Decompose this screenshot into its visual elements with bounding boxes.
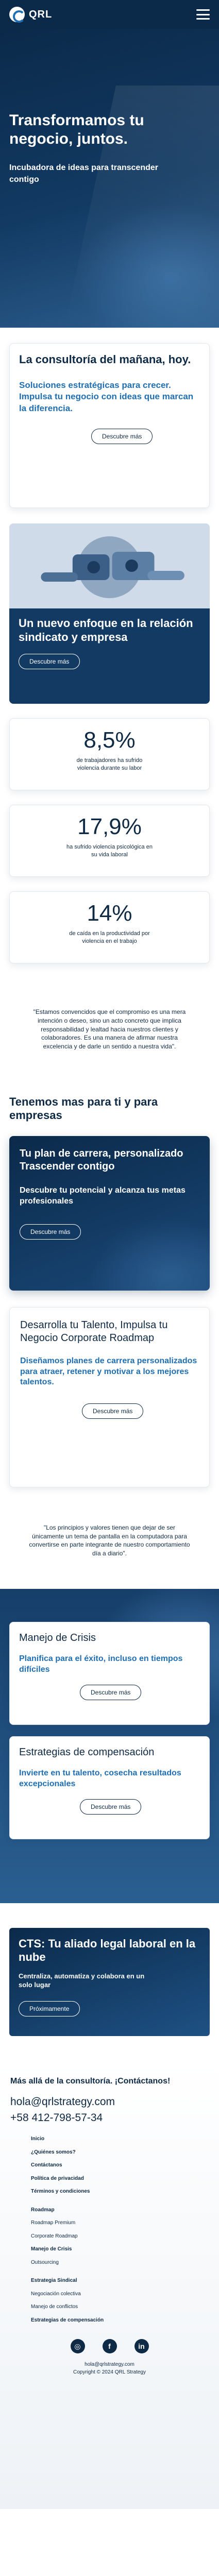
cts-section: CTS: Tu aliado legal laboral en la nube … xyxy=(0,1903,219,2058)
footer-link[interactable]: Roadmap Premium xyxy=(31,2219,209,2227)
linkedin-icon[interactable]: in xyxy=(134,2339,149,2354)
values-quote: "Los principios y valores tienen que dej… xyxy=(29,1523,190,1557)
footer-link[interactable]: Outsourcing xyxy=(31,2259,209,2266)
union-more-button[interactable]: Descubre más xyxy=(19,653,80,669)
footer-link[interactable]: Política de privacidad xyxy=(31,2175,209,2182)
footer-heading: Más allá de la consultoría. ¡Contáctanos… xyxy=(10,2076,171,2086)
footer-bottom: hola@qrlstrategy.com Copyright © 2024 QR… xyxy=(10,2361,209,2376)
stat-value: 8,5% xyxy=(83,727,136,753)
stat-description: de trabajadores ha sufrido violencia dur… xyxy=(76,757,143,771)
stat-card: 14% de caída en la productividad por vio… xyxy=(9,891,210,963)
footer-link[interactable]: Roadmap xyxy=(31,2207,209,2214)
footer-link[interactable]: Manejo de Crisis xyxy=(31,2246,209,2253)
corporate-roadmap-card: Desarrolla tu Talento, Impulsa tu Negoci… xyxy=(9,1307,210,1487)
footer-link[interactable]: Estrategia Sindical xyxy=(31,2277,209,2284)
instagram-icon[interactable]: ◎ xyxy=(70,2339,85,2354)
facebook-icon[interactable]: f xyxy=(102,2339,117,2354)
consulting-title: La consultoría del mañana, hoy. xyxy=(19,353,191,366)
robot-hands-illustration xyxy=(9,523,210,611)
footer-link[interactable]: Contáctanos xyxy=(31,2162,209,2169)
hamburger-menu-icon[interactable] xyxy=(196,9,210,20)
stat-value: 17,9% xyxy=(77,814,142,839)
footer-link[interactable]: Corporate Roadmap xyxy=(31,2233,209,2240)
career-plan-subtitle: Descubre tu potencial y alcanza tus meta… xyxy=(20,1185,186,1206)
copyright: Copyright © 2024 QRL Strategy xyxy=(73,2369,146,2376)
crisis-more-button[interactable]: Descubre más xyxy=(80,1684,142,1700)
corporate-roadmap-more-button[interactable]: Descubre más xyxy=(82,1403,144,1419)
compensation-title: Estrategias de compensación xyxy=(19,1746,155,1758)
footer-email-link[interactable]: hola@qrlstrategy.com xyxy=(10,2095,209,2108)
stat-description: ha sufrido violencia psicológica en su v… xyxy=(66,844,153,858)
services-title: Tenemos mas para ti y para empresas xyxy=(9,1095,158,1122)
corporate-roadmap-title: Desarrolla tu Talento, Impulsa tu Negoci… xyxy=(20,1319,168,1344)
footer-link[interactable]: Manejo de conflictos xyxy=(31,2303,209,2311)
crisis-title: Manejo de Crisis xyxy=(19,1632,96,1643)
hero: Transformamos tu negocio, juntos. Incuba… xyxy=(0,29,219,328)
corporate-roadmap-subtitle: Diseñamos planes de carrera personalizad… xyxy=(20,1356,197,1387)
services-band: Manejo de Crisis Planifica para el éxito… xyxy=(0,1589,219,1903)
cts-card: CTS: Tu aliado legal laboral en la nube … xyxy=(9,1927,210,2036)
footer-phone-link[interactable]: +58 412-798-57-34 xyxy=(10,2111,209,2124)
compensation-subtitle: Invierte en tu talento, cosecha resultad… xyxy=(19,1768,181,1788)
compensation-more-button[interactable]: Descubre más xyxy=(80,1799,142,1815)
union-panel: Un nuevo enfoque en la relación sindicat… xyxy=(9,608,210,704)
cts-coming-soon-button[interactable]: Próximamente xyxy=(19,2001,80,2016)
cts-subtitle: Centraliza, automatiza y colabora en un … xyxy=(19,1972,145,1989)
consulting-more-button[interactable]: Descubre más xyxy=(91,428,153,444)
footer-link[interactable]: Términos y condiciones xyxy=(31,2188,209,2195)
social-links: ◎ f in xyxy=(10,2339,209,2354)
footer-bottom-email[interactable]: hola@qrlstrategy.com xyxy=(10,2361,209,2368)
hero-subtitle: Incubadora de ideas para transcender con… xyxy=(9,163,158,184)
site-header: QRL xyxy=(0,0,219,29)
career-plan-card: Tu plan de carrera, personalizado Trasce… xyxy=(9,1136,210,1291)
logo-mark-icon xyxy=(9,7,25,23)
crisis-card: Manejo de Crisis Planifica para el éxito… xyxy=(9,1621,210,1725)
consulting-card: La consultoría del mañana, hoy. Solucion… xyxy=(9,343,210,508)
footer-links: Inicio ¿Quiénes somos? Contáctanos Política… xyxy=(31,2136,209,2324)
commitment-quote: "Estamos convencidos que el compromiso e… xyxy=(33,1008,186,1050)
stat-description: de caída en la productividad por violenc… xyxy=(69,930,150,944)
logo-text: QRL xyxy=(29,8,53,20)
union-title: Un nuevo enfoque en la relación sindicat… xyxy=(19,617,193,643)
cts-title: CTS: Tu aliado legal laboral en la nube xyxy=(19,1937,196,1964)
stat-card: 17,9% ha sufrido violencia psicológica e… xyxy=(9,805,210,877)
footer-link[interactable]: Negociación colectiva xyxy=(31,2291,209,2298)
stat-value: 14% xyxy=(87,901,132,926)
logo[interactable]: QRL xyxy=(9,7,53,23)
compensation-card: Estrategias de compensación Invierte en … xyxy=(9,1736,210,1839)
footer-link[interactable]: Estrategias de compensación xyxy=(31,2317,209,2324)
footer-link[interactable]: ¿Quiénes somos? xyxy=(31,2149,209,2156)
consulting-subtitle: Soluciones estratégicas para crecer. Imp… xyxy=(19,380,194,413)
union-card: Un nuevo enfoque en la relación sindicat… xyxy=(9,523,210,704)
stat-card: 8,5% de trabajadores ha sufrido violenci… xyxy=(9,718,210,790)
hero-title: Transformamos tu negocio, juntos. xyxy=(9,112,144,147)
career-plan-title: Tu plan de carrera, personalizado Trasce… xyxy=(20,1147,183,1172)
footer-link[interactable]: Inicio xyxy=(31,2136,209,2143)
site-footer: Más allá de la consultoría. ¡Contáctanos… xyxy=(0,2057,219,2509)
crisis-subtitle: Planifica para el éxito, incluso en tiem… xyxy=(19,1654,183,1674)
career-plan-more-button[interactable]: Descubre más xyxy=(20,1224,81,1240)
